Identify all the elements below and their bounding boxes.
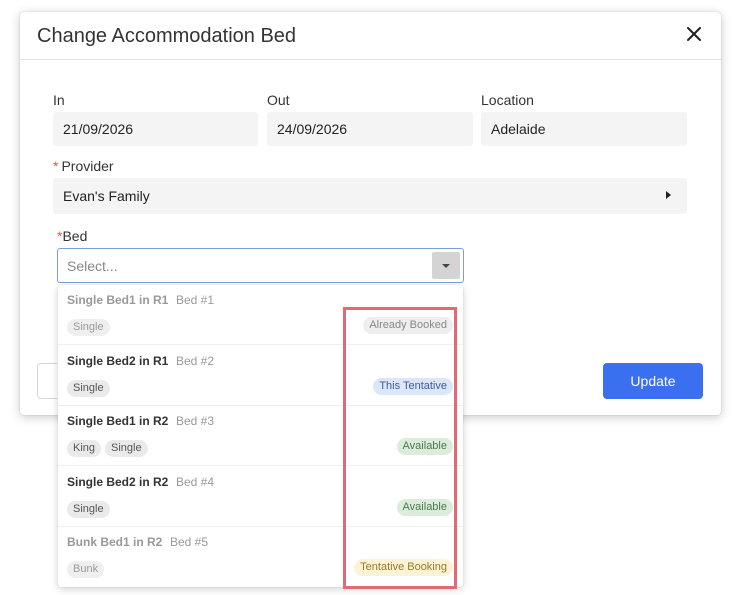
bed-select-placeholder: Select... [67,258,118,274]
bed-option-name: Single Bed1 in R1 [67,293,169,307]
bed-status-badge: Available [396,498,453,516]
bed-option-tags: Single [67,317,114,336]
bed-option[interactable]: Single Bed1 in R2 Bed #3 King Single Availab… [58,406,463,466]
caret-down-icon [442,264,450,268]
bed-option: Single Bed1 in R1 Bed #1 Single Already Boo… [58,285,463,345]
bed-type-tag: Single [105,440,148,457]
cancel-button[interactable] [37,363,57,399]
bed-option-number: Bed #1 [176,293,215,307]
bed-option[interactable]: Single Bed2 in R1 Bed #2 Single This Tentat… [58,346,463,406]
modal-title: Change Accommodation Bed [37,25,297,47]
location-label: Location [481,92,534,108]
provider-value: Evan's Family [63,188,150,204]
bed-type-tag: Single [67,319,110,336]
bed-option-name: Single Bed1 in R2 [67,414,169,428]
bed-option-number: Bed #5 [170,535,209,549]
location-field[interactable]: Adelaide [481,112,687,146]
dropdown-toggle-button[interactable] [432,252,460,279]
bed-status-badge: Tentative Booking [354,559,453,576]
bed-option-number: Bed #4 [176,474,215,489]
bed-type-tag: Bunk [67,561,105,578]
bed-option-tags: King Single [67,438,152,457]
provider-field[interactable]: Evan's Family [53,178,687,214]
bed-select[interactable]: Select... [57,248,464,283]
in-label: In [53,92,65,108]
in-date-field[interactable]: 21/09/2026 [53,112,258,146]
required-mark: * [53,158,59,174]
bed-label-text: Bed [62,228,88,244]
bed-option-number: Bed #3 [176,414,215,428]
bed-type-tag: Single [67,500,110,518]
out-date-field[interactable]: 24/09/2026 [267,112,473,146]
bed-option[interactable]: Single Bed2 in R2 Bed #4 Single Available [58,467,463,527]
bed-options-dropdown: Single Bed1 in R1 Bed #1 Single Already Boo… [58,285,463,587]
bed-option-name: Single Bed2 in R2 [67,474,169,489]
bed-type-tag: King [67,440,102,457]
provider-label: * Provider [53,158,114,174]
modal-header: Change Accommodation Bed [20,12,721,60]
bed-type-tag: Single [67,379,110,397]
provider-label-text: Provider [61,158,114,174]
bed-option-name: Single Bed2 in R1 [67,353,169,368]
bed-option-number: Bed #2 [176,353,215,368]
bed-option: Bunk Bed1 in R2 Bed #5 Bunk Tentative Booki… [58,527,463,587]
bed-label: *Bed [57,228,87,244]
bed-status-badge: Already Booked [363,317,453,334]
bed-option-tags: Bunk [67,559,108,578]
bed-option-tags: Single [67,499,114,518]
bed-option-name: Bunk Bed1 in R2 [67,535,163,549]
out-label: Out [267,92,290,108]
close-icon[interactable] [681,21,707,47]
bed-status-badge: Available [396,438,453,455]
bed-status-badge: This Tentative [373,377,453,395]
caret-right-icon [666,191,671,199]
update-button[interactable]: Update [603,363,703,399]
bed-option-tags: Single [67,378,114,397]
